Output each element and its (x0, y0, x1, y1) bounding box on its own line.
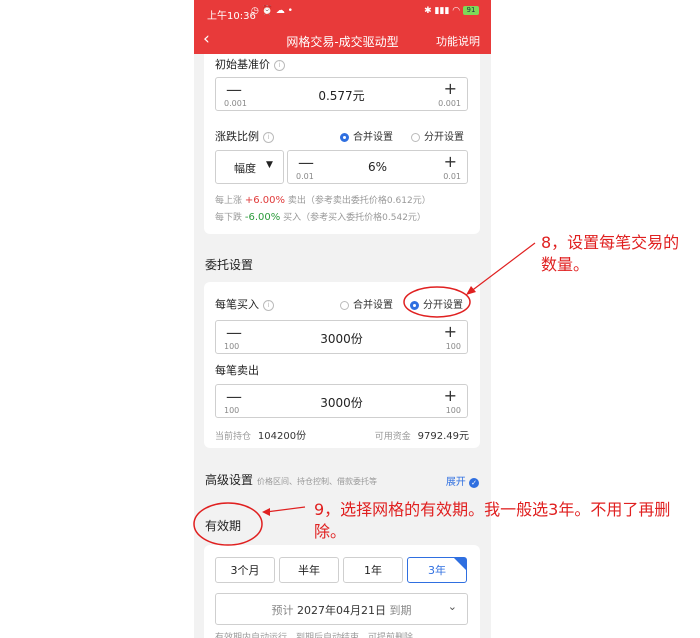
advanced-settings-title: 高级设置 价格区间、持仓控制、借款委托等 (205, 471, 377, 488)
radio-label: 合并设置 (353, 300, 393, 311)
down-percent: -6.00% (244, 212, 281, 223)
radio-unselected-icon (411, 132, 420, 142)
period-3-months[interactable]: 3个月 (215, 557, 275, 583)
info-icon[interactable]: i (263, 299, 274, 311)
dropdown-value: 幅度 (234, 162, 256, 175)
order-section-title: 委托设置 (205, 258, 254, 272)
radio-selected-icon (340, 132, 349, 142)
period-3-years[interactable]: 3年 (407, 557, 467, 583)
sell-label: 每笔卖出 (215, 364, 259, 377)
cash-value: 9792.49元 (417, 431, 469, 442)
status-icons-left: ◷ ⏰ ☁ • (251, 6, 293, 16)
period-1-year[interactable]: 1年 (343, 557, 403, 583)
annotation-step-9: 9，选择网格的有效期。我一般选3年。不用了再删除。 (314, 500, 671, 541)
sell-stepper: — 100 3000份 + 100 (215, 384, 468, 418)
buy-label-text: 每笔买入 (215, 298, 259, 311)
holding-value: 104200份 (257, 431, 307, 442)
base-price-label: 初始基准价 i (215, 56, 285, 72)
step-label: 100 (445, 406, 461, 415)
plus-button[interactable]: + (444, 79, 457, 98)
validity-title: 有效期 (205, 519, 242, 533)
status-icons-right: ✱ ▮▮▮ ◠ 91 (424, 6, 479, 16)
holding-label: 当前持仓 (215, 432, 252, 442)
battery-icon: 91 (463, 6, 479, 15)
step-label: 0.01 (443, 172, 461, 181)
base-price-label-text: 初始基准价 (215, 58, 270, 71)
ratio-merge-radio[interactable]: 合并设置 (340, 128, 393, 143)
step-label: 0.001 (438, 99, 461, 108)
status-bar: 上午10:36 ◷ ⏰ ☁ • ✱ ▮▮▮ ◠ 91 (194, 0, 491, 26)
period-half-year[interactable]: 半年 (279, 557, 339, 583)
ratio-label: 涨跌比例 i (215, 128, 274, 144)
ratio-value[interactable]: 6% (288, 160, 467, 174)
info-icon[interactable]: i (263, 131, 274, 143)
up-percent: +6.00% (244, 195, 286, 206)
annotation-step-8: 8，设置每笔交易的数量。 (541, 233, 680, 274)
grid-param-card: 初始基准价 i — 0.001 0.577元 + 0.001 涨跌比例 i 合并设置… (204, 54, 480, 234)
expiry-prefix: 预计 (271, 604, 294, 617)
ratio-label-text: 涨跌比例 (215, 130, 259, 143)
ratio-type-dropdown[interactable]: 幅度 ▼ (215, 150, 284, 184)
chevron-down-icon: ✓ (469, 478, 479, 488)
plus-button[interactable]: + (444, 386, 457, 405)
chevron-down-icon: ⌄ (447, 600, 457, 613)
expiry-text: 预计 2027年04月21日 到期 (216, 602, 467, 618)
ratio-stepper: — 0.01 6% + 0.01 (287, 150, 468, 184)
cash-label: 可用资金 (374, 432, 411, 442)
order-card: 每笔买入 i 合并设置 分开设置 — 100 3000份 + 100 每笔卖出 —… (204, 282, 480, 448)
caret-down-icon: ▼ (266, 160, 273, 170)
hint-suffix: 买入（参考买入委托价格0.542元） (283, 213, 426, 223)
order-separate-radio[interactable]: 分开设置 (410, 296, 463, 311)
base-price-stepper: — 0.001 0.577元 + 0.001 (215, 77, 468, 111)
help-link[interactable]: 功能说明 (436, 33, 480, 49)
order-merge-radio[interactable]: 合并设置 (340, 296, 393, 311)
ratio-separate-radio[interactable]: 分开设置 (411, 128, 464, 143)
expand-label: 展开 (445, 477, 466, 488)
holding-info: 当前持仓 104200份 (215, 427, 306, 442)
cash-info: 可用资金 9792.49元 (375, 427, 469, 442)
radio-selected-icon (410, 300, 419, 310)
hint-prefix: 每下跌 (215, 213, 243, 223)
base-price-value[interactable]: 0.577元 (216, 87, 467, 104)
expiry-date: 2027年04月21日 (297, 604, 386, 617)
period-label: 3年 (428, 564, 446, 577)
validity-hint: 有效期内自动运行，到期后自动结束，可提前删除 (215, 633, 414, 638)
expiry-suffix: 到期 (389, 604, 412, 617)
buy-label: 每笔买入 i (215, 296, 274, 312)
selected-corner-icon (454, 558, 466, 570)
radio-label: 合并设置 (353, 132, 393, 143)
info-icon[interactable]: i (274, 59, 285, 71)
plus-button[interactable]: + (444, 152, 457, 171)
step-label: 100 (445, 342, 461, 351)
hint-suffix: 卖出（参考卖出委托价格0.612元） (287, 196, 431, 206)
radio-label: 分开设置 (424, 132, 464, 143)
expiry-date-select[interactable]: 预计 2027年04月21日 到期 ⌄ (215, 593, 468, 625)
sell-amount-value[interactable]: 3000份 (216, 394, 467, 411)
status-time: 上午10:36 (207, 11, 256, 22)
buy-amount-value[interactable]: 3000份 (216, 330, 467, 347)
radio-unselected-icon (340, 300, 349, 310)
up-hint: 每上涨 +6.00% 卖出（参考卖出委托价格0.612元） (215, 193, 431, 206)
nav-bar: ‹ 网格交易-成交驱动型 功能说明 (194, 26, 491, 54)
radio-label: 分开设置 (423, 300, 463, 311)
down-hint: 每下跌 -6.00% 买入（参考买入委托价格0.542元） (215, 210, 426, 223)
advanced-note: 价格区间、持仓控制、借款委托等 (257, 477, 378, 486)
advanced-label: 高级设置 (205, 473, 254, 487)
hint-prefix: 每上涨 (215, 196, 243, 206)
expand-button[interactable]: 展开 ✓ (446, 473, 479, 488)
plus-button[interactable]: + (444, 322, 457, 341)
buy-stepper: — 100 3000份 + 100 (215, 320, 468, 354)
